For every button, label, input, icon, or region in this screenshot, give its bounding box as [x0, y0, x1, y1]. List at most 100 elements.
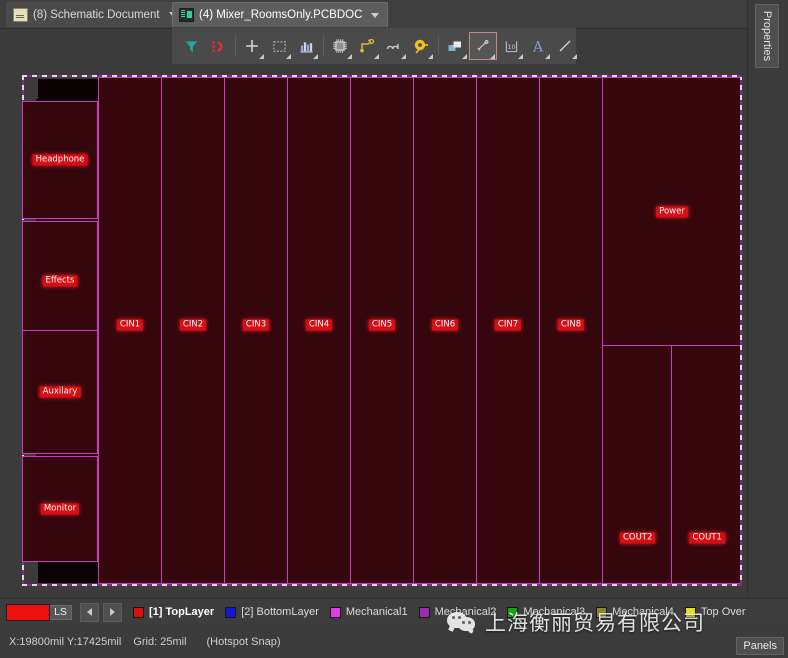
layer-set-button[interactable]: LS — [50, 604, 72, 620]
interactive-routing-icon[interactable] — [354, 33, 380, 59]
pcb-canvas[interactable]: Headphone Effects Auxilary Monitor CIN1 … — [0, 64, 748, 598]
place-pad-array-icon[interactable] — [293, 33, 319, 59]
status-bar: X:19800mil Y:17425mil Grid: 25mil (Hotsp… — [0, 625, 788, 658]
room-cin7[interactable]: CIN7 — [476, 77, 540, 584]
dropdown-arrow-icon[interactable] — [428, 54, 433, 59]
room-label: Auxilary — [39, 386, 81, 398]
layer-tab-bottomlayer[interactable]: [2] BottomLayer — [225, 606, 319, 618]
board-edge-right-overlay — [740, 75, 742, 586]
chevron-left-icon — [87, 608, 92, 616]
room-label: CIN4 — [305, 319, 333, 331]
layer-color-swatch — [225, 606, 237, 618]
dropdown-arrow-icon[interactable] — [490, 54, 495, 59]
layer-tab-mechanical3[interactable]: Mechanical3 — [507, 606, 585, 618]
dropdown-arrow-icon[interactable] — [572, 54, 577, 59]
tab-label: (8) Schematic Document — [33, 8, 160, 21]
dropdown-arrow-icon[interactable] — [313, 54, 318, 59]
layer-label: Mechanical1 — [345, 606, 408, 618]
dropdown-arrow-icon[interactable] — [462, 54, 467, 59]
room-cout2[interactable]: COUT2 — [602, 345, 672, 584]
dropdown-arrow-icon[interactable] — [374, 54, 379, 59]
room-cin1[interactable]: CIN1 — [98, 77, 162, 584]
place-string-icon[interactable]: A — [525, 33, 551, 59]
board-edge-bottom-overlay — [22, 584, 742, 586]
chevron-down-icon[interactable] — [371, 12, 380, 18]
tab-mixer-roomsonly-pcbdoc[interactable]: (4) Mixer_RoomsOnly.PCBDOC — [172, 2, 389, 27]
crosshair-origin-icon[interactable] — [239, 33, 265, 59]
room-headphone[interactable]: Headphone — [22, 101, 98, 219]
layer-tab-mechanical1[interactable]: Mechanical1 — [329, 606, 408, 618]
room-label: Headphone — [32, 154, 88, 166]
room-power[interactable]: Power — [602, 77, 742, 346]
toolbar-separator — [438, 36, 439, 56]
room-label: COUT1 — [689, 532, 725, 544]
place-dimension-icon[interactable] — [469, 32, 497, 60]
properties-panel-tab[interactable]: Properties — [755, 4, 779, 68]
place-component-icon[interactable] — [327, 33, 353, 59]
layer-tab-mechanical2[interactable]: Mechanical2 — [418, 606, 497, 618]
room-label: Monitor — [40, 503, 80, 515]
status-grid: Grid: 25mil — [133, 635, 187, 648]
status-snap-mode: (Hotspot Snap) — [206, 635, 281, 648]
board-cut-top-left — [22, 75, 38, 99]
snap-magnet-icon[interactable] — [205, 33, 231, 59]
layer-label: [2] BottomLayer — [241, 606, 319, 618]
panels-button[interactable]: Panels — [736, 637, 784, 655]
room-label: CIN6 — [431, 319, 459, 331]
board-edge-top-overlay — [22, 75, 742, 77]
layer-label: Mechanical2 — [434, 606, 497, 618]
layer-tabs-bar: LS [1] TopLayer [2] BottomLayer Mechanic… — [0, 598, 788, 625]
active-layer-color-swatch[interactable] — [6, 603, 50, 621]
room-cin5[interactable]: CIN5 — [350, 77, 414, 584]
right-panel-strip: Properties — [747, 0, 788, 625]
room-label: CIN5 — [368, 319, 396, 331]
room-auxilary[interactable]: Auxilary — [22, 330, 98, 454]
tab-schematic-document[interactable]: (8) Schematic Document — [6, 2, 186, 27]
layer-color-swatch — [133, 606, 144, 618]
filter-icon[interactable] — [178, 33, 204, 59]
svg-text:10: 10 — [507, 42, 515, 50]
room-cin4[interactable]: CIN4 — [287, 77, 351, 584]
room-label: Power — [656, 206, 688, 217]
layer-scroll-left-button[interactable] — [80, 602, 99, 622]
pcb-document-icon — [179, 8, 194, 22]
room-label: CIN7 — [494, 319, 522, 331]
layer-label: [1] TopLayer — [149, 606, 215, 618]
toolbar-separator — [235, 36, 236, 56]
properties-tab-label: Properties — [761, 10, 774, 62]
board-notch-top-left — [36, 79, 98, 103]
room-label: COUT2 — [619, 532, 656, 544]
dropdown-arrow-icon[interactable] — [347, 54, 352, 59]
layer-label: Mechanical4 — [612, 606, 674, 618]
room-cin8[interactable]: CIN8 — [539, 77, 603, 584]
room-label: Effects — [42, 275, 78, 287]
place-arc-icon[interactable] — [381, 33, 407, 59]
room-cin6[interactable]: CIN6 — [413, 77, 477, 584]
place-pad-icon[interactable] — [408, 33, 434, 59]
dropdown-arrow-icon[interactable] — [259, 54, 264, 59]
board-notch-bottom-left — [36, 559, 98, 583]
pcb-tools-toolbar: 10 A — [172, 28, 578, 64]
room-cout1[interactable]: COUT1 — [671, 345, 742, 584]
layer-tab-toplayer[interactable]: [1] TopLayer — [133, 606, 214, 618]
dropdown-arrow-icon[interactable] — [518, 54, 523, 59]
room-cin2[interactable]: CIN2 — [161, 77, 225, 584]
layer-tab-top-overlay[interactable]: Top Over — [684, 606, 746, 618]
room-monitor[interactable]: Monitor — [22, 456, 98, 562]
room-effects[interactable]: Effects — [22, 221, 98, 341]
dropdown-arrow-icon[interactable] — [545, 54, 550, 59]
place-coordinate-icon[interactable]: 10 — [498, 33, 524, 59]
tab-label: (4) Mixer_RoomsOnly.PCBDOC — [199, 9, 363, 21]
dropdown-arrow-icon[interactable] — [401, 54, 406, 59]
room-cin3[interactable]: CIN3 — [224, 77, 288, 584]
dropdown-arrow-icon[interactable] — [286, 54, 291, 59]
selection-rectangle-icon[interactable] — [266, 33, 292, 59]
svg-text:A: A — [532, 39, 544, 54]
status-coordinates: X:19800mil Y:17425mil — [9, 635, 122, 648]
layer-tab-mechanical4[interactable]: Mechanical4 — [596, 606, 674, 618]
layer-label: Top Over — [700, 606, 746, 618]
place-fill-icon[interactable] — [442, 33, 468, 59]
board-cut-bottom-left — [22, 559, 38, 587]
layer-scroll-right-button[interactable] — [103, 602, 122, 622]
place-line-icon[interactable] — [552, 33, 578, 59]
